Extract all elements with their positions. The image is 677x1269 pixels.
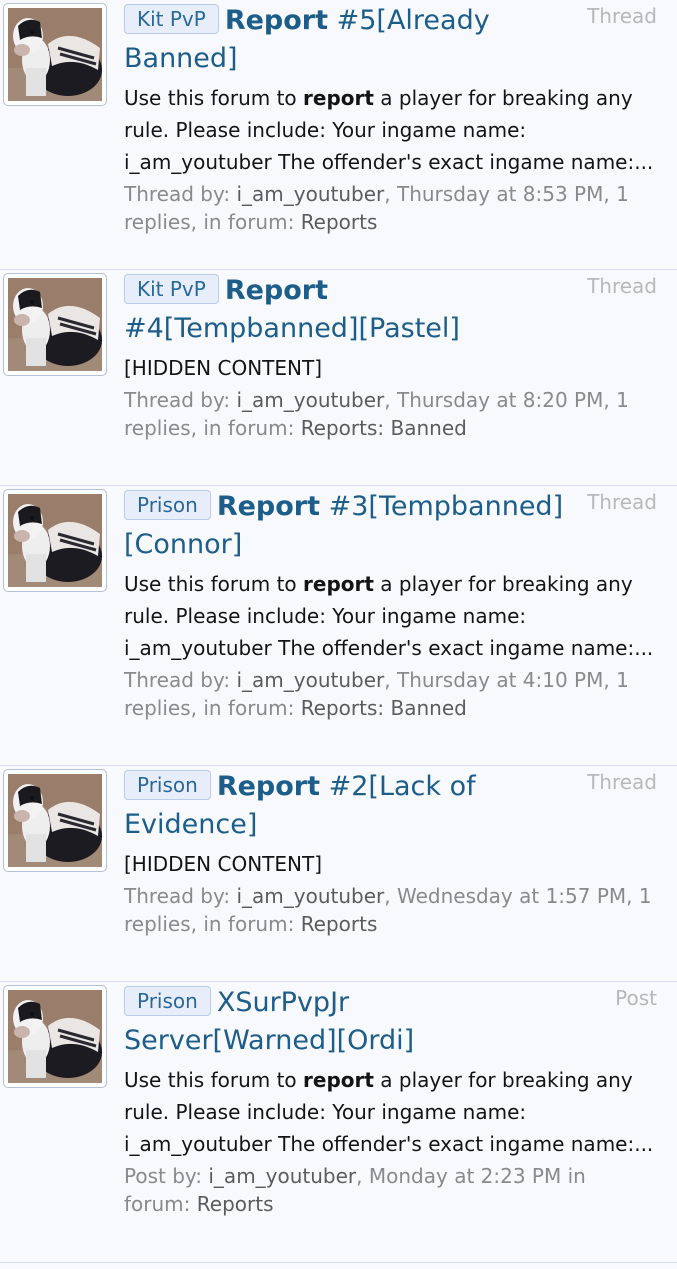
avatar[interactable] [3, 985, 107, 1088]
avatar[interactable] [3, 769, 107, 872]
search-results-list: Thread Kit PvP Report #5[Already Banned] … [0, 0, 677, 1263]
result-snippet: Use this forum to report a player for br… [124, 82, 657, 178]
avatar[interactable] [3, 3, 107, 106]
goat-avatar-icon [8, 990, 102, 1083]
result-snippet: Use this forum to report a player for br… [124, 568, 657, 664]
snippet-text: Use this forum to [124, 572, 304, 596]
avatar[interactable] [3, 273, 107, 376]
goat-avatar-icon [8, 774, 102, 867]
snippet-highlight: report [303, 572, 374, 596]
search-result-item: Post Prison XSurPvpJr Server[Warned][Ordi… [0, 982, 677, 1263]
result-meta: Thread by: i_am_youtuber, Wednesday at 1… [124, 882, 657, 938]
content-type-label: Thread [587, 4, 657, 28]
result-content: Thread Kit PvP Report #4[Tempbanned][Past… [124, 270, 657, 442]
forum-link[interactable]: Reports [301, 210, 378, 234]
result-meta: Thread by: i_am_youtuber, Thursday at 4:… [124, 666, 657, 722]
avatar[interactable] [3, 489, 107, 592]
forum-link[interactable]: Reports: Banned [301, 696, 467, 720]
result-meta: Thread by: i_am_youtuber, Thursday at 8:… [124, 386, 657, 442]
title-highlight: Report [224, 5, 329, 36]
result-title: Prison Report #3[Tempbanned][Connor] [124, 488, 657, 564]
result-content: Thread Prison Report #3[Tempbanned][Conno… [124, 486, 657, 722]
thread-prefix-badge[interactable]: Kit PvP [124, 4, 219, 34]
result-title: Kit PvP Report #4[Tempbanned][Pastel] [124, 272, 657, 348]
title-text: #4[Tempbanned][Pastel] [124, 313, 460, 344]
content-type-label: Thread [587, 770, 657, 794]
meta-label: Thread by: [124, 668, 237, 692]
result-meta: Thread by: i_am_youtuber, Thursday at 8:… [124, 180, 657, 236]
result-snippet: [HIDDEN CONTENT] [124, 848, 657, 880]
title-highlight: Report [216, 771, 321, 802]
search-result-item: Thread Prison Report #2[Lack of Evidence]… [0, 766, 677, 982]
snippet-highlight: report [303, 86, 374, 110]
meta-label: Thread by: [124, 884, 237, 908]
search-result-item: Thread Kit PvP Report #4[Tempbanned][Past… [0, 270, 677, 486]
snippet-text: [HIDDEN CONTENT] [124, 356, 322, 380]
author-link[interactable]: i_am_youtuber [236, 884, 384, 908]
search-result-item: Thread Prison Report #3[Tempbanned][Conno… [0, 486, 677, 766]
meta-label: Thread by: [124, 388, 237, 412]
snippet-text: Use this forum to [124, 86, 304, 110]
snippet-highlight: report [303, 1068, 374, 1092]
goat-avatar-icon [8, 8, 102, 101]
content-type-label: Post [615, 986, 657, 1010]
meta-label: Post by: [124, 1164, 209, 1188]
result-snippet: Use this forum to report a player for br… [124, 1064, 657, 1160]
content-type-label: Thread [587, 274, 657, 298]
result-title: Kit PvP Report #5[Already Banned] [124, 2, 657, 78]
goat-avatar-icon [8, 494, 102, 587]
author-link[interactable]: i_am_youtuber [236, 182, 384, 206]
title-highlight: Report [216, 491, 321, 522]
result-content: Thread Prison Report #2[Lack of Evidence]… [124, 766, 657, 938]
snippet-text: [HIDDEN CONTENT] [124, 852, 322, 876]
thread-prefix-badge[interactable]: Prison [124, 770, 211, 800]
forum-link[interactable]: Reports [197, 1192, 274, 1216]
result-title: Prison XSurPvpJr Server[Warned][Ordi] [124, 984, 657, 1060]
snippet-text: Use this forum to [124, 1068, 304, 1092]
result-meta: Post by: i_am_youtuber, Monday at 2:23 P… [124, 1162, 657, 1218]
author-link[interactable]: i_am_youtuber [208, 1164, 356, 1188]
forum-link[interactable]: Reports: Banned [301, 416, 467, 440]
result-snippet: [HIDDEN CONTENT] [124, 352, 657, 384]
goat-avatar-icon [8, 278, 102, 371]
thread-prefix-badge[interactable]: Prison [124, 986, 211, 1016]
meta-label: Thread by: [124, 182, 237, 206]
forum-link[interactable]: Reports [301, 912, 378, 936]
result-content: Thread Kit PvP Report #5[Already Banned] … [124, 0, 657, 236]
thread-prefix-badge[interactable]: Prison [124, 490, 211, 520]
title-highlight: Report [224, 275, 329, 306]
thread-prefix-badge[interactable]: Kit PvP [124, 274, 219, 304]
content-type-label: Thread [587, 490, 657, 514]
result-content: Post Prison XSurPvpJr Server[Warned][Ordi… [124, 982, 657, 1218]
result-title: Prison Report #2[Lack of Evidence] [124, 768, 657, 844]
search-result-item: Thread Kit PvP Report #5[Already Banned] … [0, 0, 677, 270]
author-link[interactable]: i_am_youtuber [236, 388, 384, 412]
author-link[interactable]: i_am_youtuber [236, 668, 384, 692]
